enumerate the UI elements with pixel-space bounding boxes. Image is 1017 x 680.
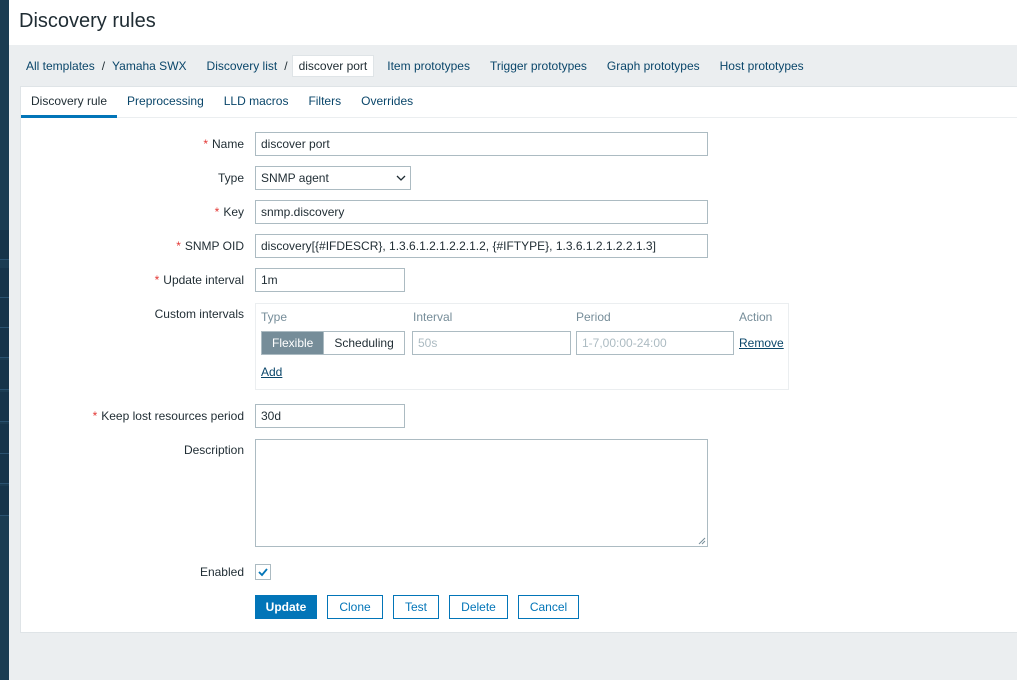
required-mark: * bbox=[203, 137, 208, 151]
breadcrumb-template[interactable]: Yamaha SWX bbox=[105, 59, 193, 73]
tab-lld-macros[interactable]: LLD macros bbox=[214, 87, 299, 118]
tab-filters[interactable]: Filters bbox=[298, 87, 351, 118]
breadcrumb-current: discover port bbox=[291, 55, 375, 77]
required-mark: * bbox=[176, 239, 181, 253]
ci-header-action: Action bbox=[739, 310, 773, 324]
breadcrumb-host-prototypes[interactable]: Host prototypes bbox=[713, 59, 811, 73]
breadcrumb-trigger-prototypes[interactable]: Trigger prototypes bbox=[483, 59, 594, 73]
chevron-down-icon bbox=[396, 175, 406, 181]
sidebar-segment[interactable] bbox=[0, 298, 9, 328]
key-label: * Key bbox=[215, 205, 244, 219]
type-select-value: SNMP agent bbox=[261, 171, 329, 185]
form-panel: Discovery rule Preprocessing LLD macros … bbox=[20, 86, 1017, 633]
sidebar-segment[interactable] bbox=[0, 486, 9, 516]
cancel-button[interactable]: Cancel bbox=[518, 595, 579, 619]
update-button[interactable]: Update bbox=[255, 595, 317, 619]
sidebar-segment[interactable] bbox=[0, 268, 9, 298]
breadcrumb: All templates / Yamaha SWX Discovery lis… bbox=[19, 53, 811, 79]
sidebar-segment[interactable] bbox=[0, 328, 9, 358]
breadcrumb-all-templates[interactable]: All templates bbox=[19, 59, 102, 73]
update-interval-label-text: Update interval bbox=[163, 273, 244, 287]
snmp-oid-label-text: SNMP OID bbox=[184, 239, 244, 253]
tab-overrides[interactable]: Overrides bbox=[351, 87, 423, 118]
snmp-oid-field[interactable]: discovery[{#IFDESCR}, 1.3.6.1.2.1.2.2.1.… bbox=[255, 234, 708, 258]
add-interval-link[interactable]: Add bbox=[261, 365, 282, 379]
type-select[interactable]: SNMP agent bbox=[255, 166, 411, 190]
breadcrumb-discovery-list[interactable]: Discovery list bbox=[200, 59, 285, 73]
page-header: Discovery rules bbox=[9, 0, 1017, 45]
breadcrumb-item-prototypes[interactable]: Item prototypes bbox=[380, 59, 477, 73]
enabled-checkbox[interactable] bbox=[255, 564, 271, 580]
type-label: Type bbox=[217, 171, 244, 185]
breadcrumb-graph-prototypes[interactable]: Graph prototypes bbox=[600, 59, 707, 73]
keep-lost-label: * Keep lost resources period bbox=[93, 409, 244, 423]
period-input[interactable]: 1-7,00:00-24:00 bbox=[576, 331, 734, 355]
sidebar-strip bbox=[0, 0, 9, 680]
name-label-text: Name bbox=[211, 137, 244, 151]
remove-interval-link[interactable]: Remove bbox=[739, 336, 784, 350]
key-label-text: Key bbox=[223, 205, 244, 219]
required-mark: * bbox=[214, 205, 220, 219]
clone-button[interactable]: Clone bbox=[327, 595, 383, 619]
required-mark: * bbox=[154, 273, 160, 287]
sidebar-segment[interactable] bbox=[0, 230, 9, 260]
keep-lost-label-text: Keep lost resources period bbox=[101, 409, 244, 423]
name-field[interactable]: discover port bbox=[255, 132, 708, 156]
update-interval-field[interactable]: 1m bbox=[255, 268, 405, 292]
enabled-label: Enabled bbox=[199, 565, 244, 579]
delete-button[interactable]: Delete bbox=[449, 595, 508, 619]
tab-bar: Discovery rule Preprocessing LLD macros … bbox=[21, 87, 1017, 118]
flexible-button[interactable]: Flexible bbox=[262, 332, 324, 354]
required-mark: * bbox=[92, 409, 98, 423]
checkmark-icon bbox=[258, 568, 268, 577]
test-button[interactable]: Test bbox=[393, 595, 439, 619]
tab-preprocessing[interactable]: Preprocessing bbox=[117, 87, 214, 118]
name-label: * Name bbox=[203, 137, 244, 151]
scheduling-button[interactable]: Scheduling bbox=[323, 332, 404, 354]
sidebar-segment[interactable] bbox=[0, 454, 9, 484]
snmp-oid-label: * SNMP OID bbox=[176, 239, 244, 253]
update-interval-label: * Update interval bbox=[155, 273, 244, 287]
ci-header-interval: Interval bbox=[413, 310, 453, 324]
breadcrumb-separator: / bbox=[284, 59, 288, 73]
tab-discovery-rule[interactable]: Discovery rule bbox=[21, 87, 118, 118]
custom-intervals-label: Custom intervals bbox=[154, 307, 244, 321]
sidebar-segment[interactable] bbox=[0, 360, 9, 390]
keep-lost-field[interactable]: 30d bbox=[255, 404, 405, 428]
sidebar-segment[interactable] bbox=[0, 424, 9, 454]
sidebar-segment[interactable] bbox=[0, 392, 9, 422]
key-field[interactable]: snmp.discovery bbox=[255, 200, 708, 224]
custom-intervals-table: Type Interval Period Action Flexible Sch… bbox=[255, 303, 789, 390]
description-textarea[interactable] bbox=[255, 439, 708, 547]
interval-type-toggle: Flexible Scheduling bbox=[261, 331, 405, 355]
page-title: Discovery rules bbox=[19, 10, 156, 32]
description-label: Description bbox=[183, 443, 244, 457]
ci-header-period: Period bbox=[576, 310, 611, 324]
ci-header-type: Type bbox=[261, 310, 288, 324]
interval-input[interactable]: 50s bbox=[412, 331, 571, 355]
resize-handle-icon[interactable] bbox=[698, 537, 706, 545]
